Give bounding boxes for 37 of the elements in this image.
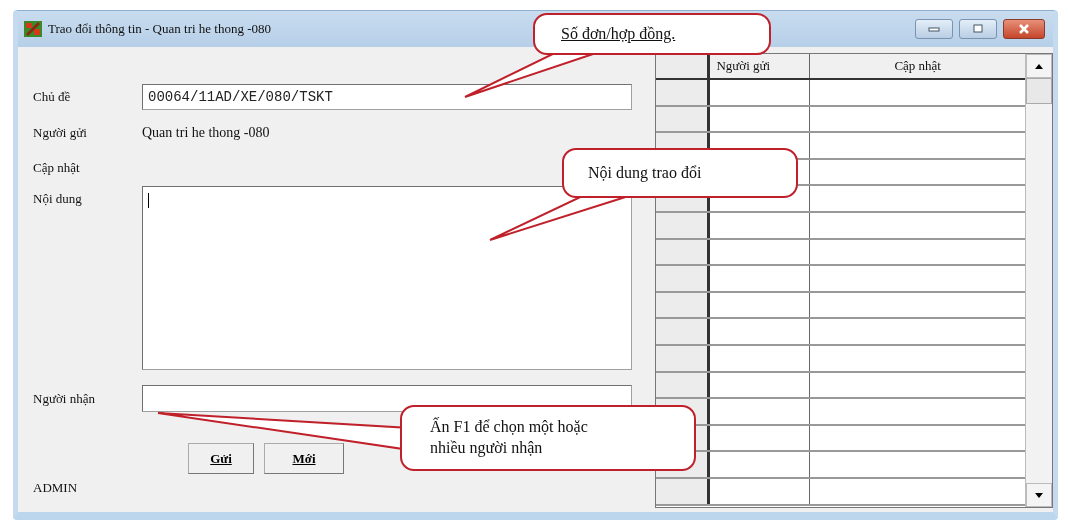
row-header[interactable]: [656, 478, 711, 504]
subject-value: 00064/11AD/XE/080/TSKT: [148, 89, 333, 105]
scroll-thumb[interactable]: [1026, 78, 1052, 104]
callout-tooltip: Nội dung trao đổi: [562, 148, 798, 198]
row-header[interactable]: [656, 212, 711, 238]
app-icon: [24, 21, 42, 37]
minimize-icon: [927, 25, 941, 33]
maximize-icon: [971, 24, 985, 34]
action-button[interactable]: Mới: [264, 443, 344, 474]
callout-tooltip: Số đơn/hợp đồng.: [533, 13, 771, 55]
minimize-button[interactable]: [915, 19, 953, 39]
callout-tooltip: Ấn F1 để chọn một hoặc nhiều người nhận: [400, 405, 696, 471]
recipient-label: Người nhận: [33, 390, 96, 407]
scroll-down-icon[interactable]: [1026, 483, 1052, 507]
subject-label: Chủ đề: [33, 89, 72, 105]
row-header[interactable]: [656, 345, 711, 371]
subject-field[interactable]: 00064/11AD/XE/080/TSKT: [142, 84, 632, 110]
row-header[interactable]: [656, 319, 711, 344]
row-header[interactable]: [656, 80, 711, 105]
close-icon: [1017, 24, 1031, 34]
action-button[interactable]: Gửi: [188, 443, 254, 474]
content-field[interactable]: [142, 186, 632, 370]
row-header[interactable]: [656, 106, 711, 132]
sender-value: Quan tri he thong -080: [142, 125, 270, 141]
close-button[interactable]: [1003, 19, 1045, 39]
window-title: Trao đổi thông tin - Quan tri he thong -080: [48, 21, 272, 37]
scroll-up-icon[interactable]: [1026, 54, 1052, 78]
user-name: ADMIN: [33, 480, 78, 496]
row-header[interactable]: [656, 266, 711, 291]
row-header[interactable]: [656, 372, 711, 398]
sender-label: Người gửi: [33, 125, 88, 141]
scrollbar[interactable]: [1025, 54, 1052, 507]
updated-label: Cập nhật: [33, 160, 81, 176]
maximize-button[interactable]: [959, 19, 997, 39]
content-label: Nội dung: [33, 190, 83, 207]
row-header[interactable]: [656, 292, 711, 318]
row-header[interactable]: [656, 239, 711, 265]
